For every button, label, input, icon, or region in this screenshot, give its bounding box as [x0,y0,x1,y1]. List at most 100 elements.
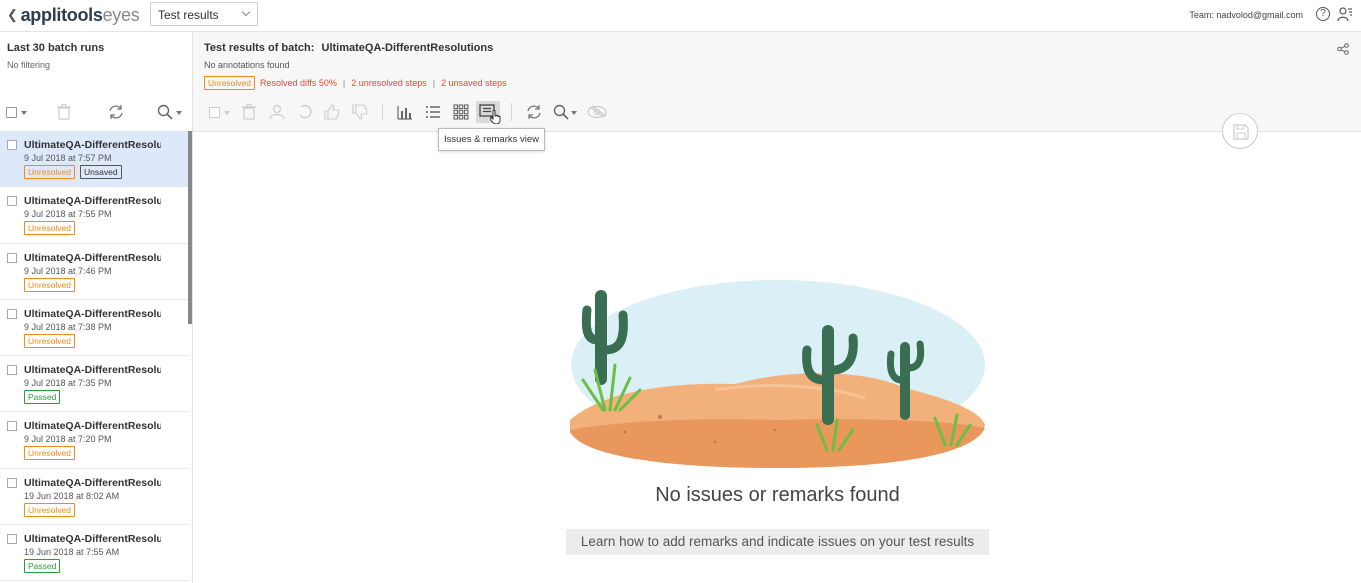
batch-checkbox[interactable] [7,308,17,319]
status-badge: Unresolved [24,221,75,236]
batch-status-line: Unresolved Resolved diffs 50% | 2 unreso… [204,76,507,90]
batch-header: Test results of batch: UltimateQA-Differ… [193,32,1361,132]
batch-row[interactable]: UltimateQA-DifferentResolutions9 Jul 201… [0,131,188,188]
status-badge: Unresolved [204,76,255,90]
refresh-icon[interactable] [526,104,542,120]
batch-row[interactable]: UltimateQA-DifferentResolutions19 Jun 20… [0,469,188,526]
batch-list-scrollbar[interactable] [188,131,192,324]
unsaved-steps[interactable]: 2 unsaved steps [441,78,507,88]
batch-checkbox[interactable] [7,252,17,263]
batch-badges: Unresolved [24,221,75,236]
search-menu-caret-icon[interactable] [176,111,182,115]
toolbar-divider [382,103,383,121]
batch-date: 9 Jul 2018 at 7:57 PM [24,153,112,163]
batch-name: UltimateQA-DifferentResolutions [24,195,161,208]
batch-badges: Unresolved [24,277,75,292]
bar-chart-icon[interactable] [397,104,413,120]
status-badge: Unresolved [24,165,75,179]
batch-name: UltimateQA-DifferentResolutions [24,533,161,546]
batch-badges: Passed [24,559,61,574]
list-view-icon[interactable] [425,104,441,120]
select-menu-caret-icon[interactable] [21,111,27,115]
batch-name: UltimateQA-DifferentResolutions [24,364,161,377]
unresolved-steps[interactable]: 2 unresolved steps [351,78,427,88]
batch-row[interactable]: UltimateQA-DifferentResolutions9 Jul 201… [0,300,188,357]
results-toolbar [193,100,643,124]
batch-name: UltimateQA-DifferentResolutions [24,307,161,320]
batch-badges: Unresolved Unsaved [24,165,122,179]
hide-regions-icon[interactable] [587,105,607,119]
batch-row[interactable]: UltimateQA-DifferentResolutions9 Jul 201… [0,412,188,469]
logo-suffix: eyes [102,4,140,25]
batch-runs-panel: Last 30 batch runs No filtering Ultimate… [0,32,193,583]
search-icon[interactable] [157,104,173,120]
save-icon [1233,124,1249,140]
thumbs-down-icon[interactable] [352,104,368,120]
batch-date: 9 Jul 2018 at 7:55 PM [24,209,112,220]
status-badge: Unresolved [24,277,75,292]
undo-icon[interactable] [297,104,313,120]
batch-badges: Unresolved [24,502,75,517]
batch-title-name: UltimateQA-DifferentResolutions [321,42,494,54]
toolbar-divider [511,103,512,121]
select-all-checkbox[interactable] [6,107,17,118]
delete-icon[interactable] [242,104,256,120]
back-chevron-icon: ❮ [7,7,18,22]
batch-checkbox[interactable] [7,140,17,150]
batch-row[interactable]: UltimateQA-DifferentResolutions9 Jul 201… [0,356,188,413]
desert-illustration [570,280,985,468]
batch-checkbox[interactable] [7,365,17,376]
batch-row[interactable]: UltimateQA-DifferentResolutions9 Jul 201… [0,187,188,244]
batch-badges: Passed [24,390,61,405]
batch-checkbox[interactable] [7,534,17,545]
batch-row[interactable]: UltimateQA-DifferentResolutions19 Jun 20… [0,525,188,582]
status-separator: | [432,78,436,88]
status-badge: Passed [24,559,61,574]
batch-badges: Unresolved [24,446,75,461]
status-badge: Unsaved [80,165,122,179]
thumbs-up-icon[interactable] [324,104,340,120]
batch-date: 9 Jul 2018 at 7:35 PM [24,378,112,389]
batch-name: UltimateQA-DifferentResolutions [24,251,161,264]
status-badge: Unresolved [24,446,75,461]
team-label[interactable]: Team: nadvolod@gmail.com [1189,10,1303,20]
batch-list: UltimateQA-DifferentResolutions9 Jul 201… [0,131,188,583]
select-steps-caret-icon[interactable] [224,111,230,115]
help-icon[interactable]: ? [1316,7,1330,21]
status-badge: Unresolved [24,333,75,348]
user-settings-icon[interactable] [1337,6,1353,22]
grid-view-icon[interactable] [453,104,469,120]
view-tooltip: Issues & remarks view [438,128,546,151]
batch-checkbox[interactable] [7,196,17,207]
batch-filter-label[interactable]: No filtering [7,60,50,70]
save-button[interactable] [1222,113,1258,149]
assign-user-icon[interactable] [269,104,285,120]
batch-badges: Unresolved [24,333,75,348]
batch-row[interactable]: UltimateQA-DifferentResolutions9 Jul 201… [0,244,188,300]
annotations-label: No annotations found [204,60,290,70]
batch-date: 19 Jun 2018 at 7:55 AM [24,547,120,558]
view-select-dropdown[interactable]: Test results [150,2,258,26]
logo-brand: applitools [20,4,103,25]
share-icon[interactable] [1337,43,1349,55]
learn-remarks-button[interactable]: Learn how to add remarks and indicate is… [566,529,989,555]
batch-panel-title: Last 30 batch runs [7,42,105,54]
mouse-cursor-icon [490,110,501,124]
batch-date: 19 Jun 2018 at 8:02 AM [24,490,120,501]
batch-toolbar [0,100,193,124]
batch-checkbox[interactable] [7,421,17,432]
zoom-icon[interactable] [553,104,569,120]
select-steps-checkbox[interactable] [209,107,220,118]
batch-date: 9 Jul 2018 at 7:46 PM [24,265,112,276]
batch-date: 9 Jul 2018 at 7:20 PM [24,434,112,445]
status-badge: Passed [24,390,61,405]
status-separator: | [342,78,346,88]
top-bar: ❮ applitools eyes Test results Team: nad… [0,0,1361,32]
applitools-logo[interactable]: ❮ applitools eyes [7,3,140,27]
refresh-icon[interactable] [108,104,124,120]
chevron-down-icon [241,7,251,17]
empty-state-title: No issues or remarks found [655,484,900,506]
delete-icon[interactable] [57,104,71,120]
batch-checkbox[interactable] [7,477,17,488]
zoom-caret-icon[interactable] [571,111,577,115]
